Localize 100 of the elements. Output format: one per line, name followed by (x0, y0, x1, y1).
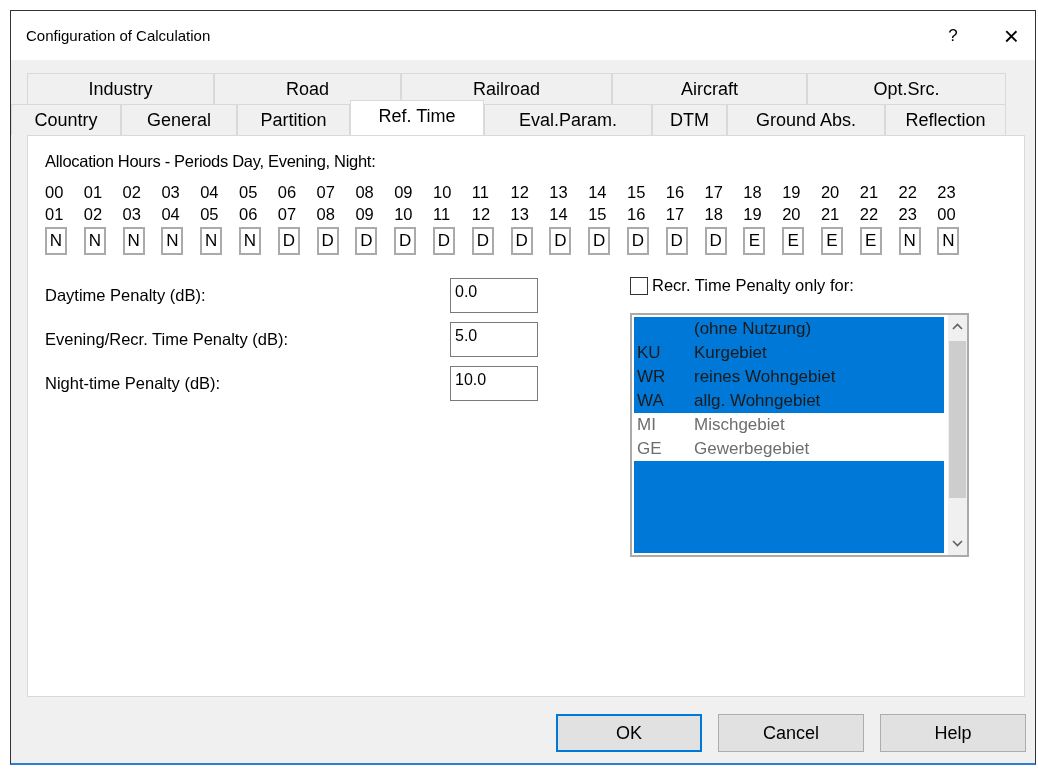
period-field[interactable]: D (394, 227, 417, 255)
period-field[interactable]: N (161, 227, 184, 255)
hour-start: 07 (316, 182, 335, 203)
tab[interactable]: Eval.Param. (484, 104, 652, 135)
field-label: Night-time Penalty (dB): (45, 374, 222, 393)
period-field[interactable]: N (937, 227, 960, 255)
dialog-button[interactable]: Cancel (718, 714, 864, 752)
hour-end: 16 (626, 204, 646, 225)
tab[interactable]: Aircraft (612, 73, 807, 104)
period-field[interactable]: N (200, 227, 223, 255)
hour-start: 01 (83, 182, 103, 203)
list-item[interactable]: GE Gewerbegebiet (634, 437, 944, 461)
period-field[interactable]: D (549, 227, 572, 255)
scrollbar-thumb[interactable] (949, 341, 966, 498)
tab[interactable]: Opt.Src. (807, 73, 1006, 104)
hour-start: 11 (471, 182, 489, 203)
hour-start: 05 (239, 182, 258, 203)
hour-start: 14 (588, 182, 607, 203)
tab[interactable]: DTM (652, 104, 727, 135)
hour-start: 04 (200, 182, 219, 203)
help-button[interactable]: ? (948, 25, 958, 46)
hour-start: 19 (782, 182, 801, 203)
hour-start: 03 (161, 182, 180, 203)
tab[interactable]: Road (214, 73, 401, 104)
hour-end: 05 (200, 204, 219, 225)
period-field[interactable]: E (859, 227, 882, 255)
hour-end: 20 (782, 204, 801, 225)
list-item[interactable]: WA allg. Wohngebiet (634, 389, 944, 413)
dialog-button[interactable]: Help (880, 714, 1026, 752)
hour-end: 00 (937, 204, 956, 225)
hour-end: 09 (355, 204, 374, 225)
hour-end: 15 (588, 204, 607, 225)
period-field[interactable]: N (898, 227, 921, 255)
hour-start: 09 (394, 182, 413, 203)
hour-end: 13 (510, 204, 529, 225)
hour-start: 20 (820, 182, 840, 203)
hour-end: 08 (316, 204, 335, 225)
tab[interactable]: General (121, 104, 237, 135)
hour-start: 21 (859, 182, 879, 203)
hour-start: 23 (937, 182, 956, 203)
list-item[interactable]: MI Mischgebiet (634, 413, 944, 437)
hour-end: 11 (432, 204, 451, 225)
list-item[interactable]: WR reines Wohngebiet (634, 365, 944, 389)
checkbox[interactable] (630, 276, 648, 295)
period-field[interactable]: D (510, 227, 533, 255)
period-field[interactable]: D (665, 227, 688, 255)
section-label: Allocation Hours - Periods Day, Evening, Night: (45, 152, 377, 171)
tab[interactable]: Ground Abs. (727, 104, 885, 135)
hour-start: 15 (626, 182, 646, 203)
tab[interactable]: Partition (237, 104, 350, 135)
hour-end: 23 (898, 204, 917, 225)
period-field[interactable]: E (820, 227, 843, 255)
tab[interactable]: Country (11, 104, 121, 135)
hour-end: 04 (161, 204, 180, 225)
period-field[interactable]: D (471, 227, 494, 255)
period-field[interactable]: D (626, 227, 649, 255)
period-field[interactable]: D (355, 227, 378, 255)
hour-start: 10 (432, 182, 452, 203)
hour-end: 01 (45, 204, 64, 225)
list-item[interactable]: (ohne Nutzung) (634, 317, 944, 341)
list-item[interactable]: KU Kurgebiet (634, 341, 944, 365)
hour-start: 13 (549, 182, 568, 203)
tab[interactable]: Industry (27, 73, 214, 104)
dialog-button[interactable]: OK (556, 714, 702, 752)
penalty-field[interactable]: 5.0 (450, 322, 538, 357)
close-button[interactable]: × (1003, 22, 1019, 49)
period-field[interactable]: D (432, 227, 455, 255)
period-field[interactable]: N (83, 227, 106, 255)
hour-end: 10 (394, 204, 413, 225)
period-field[interactable]: N (45, 227, 67, 255)
window-title: Configuration of Calculation (26, 27, 212, 44)
hour-start: 17 (704, 182, 723, 203)
hour-end: 21 (820, 204, 840, 225)
period-field[interactable]: D (316, 227, 339, 255)
hour-end: 22 (859, 204, 879, 225)
hour-start: 08 (355, 182, 374, 203)
hour-end: 19 (743, 204, 762, 225)
checkbox-label: Recr. Time Penalty only for: (652, 276, 854, 295)
penalty-field[interactable]: 10.0 (450, 366, 538, 401)
period-field[interactable]: D (277, 227, 300, 255)
hour-end: 07 (277, 204, 297, 225)
hour-end: 06 (239, 204, 258, 225)
period-field[interactable]: E (743, 227, 766, 255)
land-use-list[interactable]: (ohne Nutzung) KU Kurgebiet WR reines Wohngebiet WA allg. Wohngebiet MI Mischgebiet GE Gewerbegebiet (630, 313, 969, 557)
period-field[interactable]: D (704, 227, 727, 255)
hour-end: 14 (549, 204, 568, 225)
tab[interactable]: Ref. Time (350, 100, 484, 135)
period-field[interactable]: N (122, 227, 145, 255)
hour-end: 02 (83, 204, 103, 225)
hour-start: 16 (665, 182, 685, 203)
tab[interactable]: Railroad (401, 73, 612, 104)
hour-start: 12 (510, 182, 529, 203)
period-field[interactable]: E (782, 227, 805, 255)
penalty-field[interactable]: 0.0 (450, 278, 538, 313)
tab[interactable]: Reflection (885, 104, 1006, 135)
hour-start: 00 (45, 182, 64, 203)
hour-start: 02 (122, 182, 141, 203)
period-field[interactable]: N (239, 227, 261, 255)
hour-end: 12 (471, 204, 491, 225)
period-field[interactable]: D (588, 227, 611, 255)
